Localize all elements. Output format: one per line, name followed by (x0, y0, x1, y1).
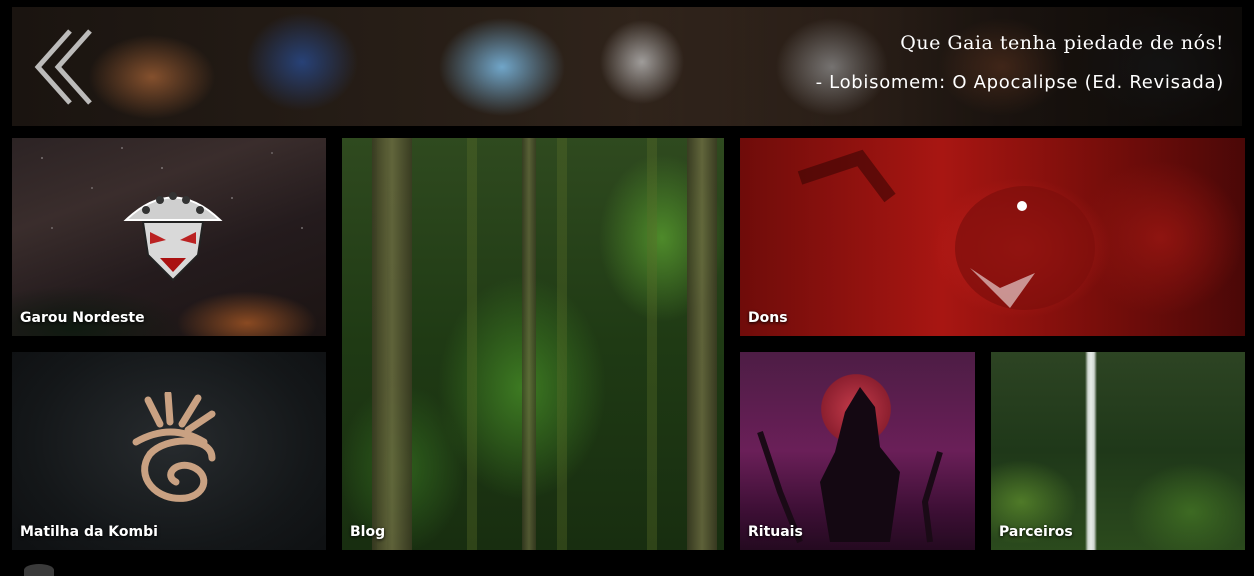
tile-blog[interactable]: Blog (342, 138, 724, 550)
tile-label: Garou Nordeste (20, 310, 145, 326)
wolf-emblem-icon (123, 192, 223, 282)
double-chevron-left-icon (34, 29, 92, 105)
quote-source: - Lobisomem: O Apocalipse (Ed. Revisada) (815, 72, 1224, 93)
howling-werewolf-icon (757, 387, 943, 544)
tile-label: Dons (748, 310, 788, 326)
banner-quote: Que Gaia tenha piedade de nós! - Lobisom… (816, 32, 1224, 93)
tile-parceiros[interactable]: Parceiros (991, 352, 1245, 550)
snarling-wolf-art (797, 149, 1095, 310)
footer-avatar (24, 564, 54, 576)
tile-matilha-da-kombi[interactable]: Matilha da Kombi (12, 352, 326, 550)
header-banner: Que Gaia tenha piedade de nós! - Lobisom… (12, 7, 1242, 126)
tile-rituais[interactable]: Rituais (740, 352, 975, 550)
tree-trunk (522, 138, 536, 550)
spiral-glyph-icon (132, 392, 216, 502)
tile-label: Parceiros (999, 524, 1073, 540)
tile-label: Matilha da Kombi (20, 524, 158, 540)
tree-trunk (687, 138, 717, 550)
tile-garou-nordeste[interactable]: Garou Nordeste (12, 138, 326, 336)
tile-label: Rituais (748, 524, 803, 540)
quote-text: Que Gaia tenha piedade de nós! (900, 32, 1224, 54)
tile-label: Blog (350, 524, 386, 540)
tile-dons[interactable]: Dons (740, 138, 1245, 336)
back-button[interactable] (30, 25, 94, 109)
tree-trunk (372, 138, 412, 550)
